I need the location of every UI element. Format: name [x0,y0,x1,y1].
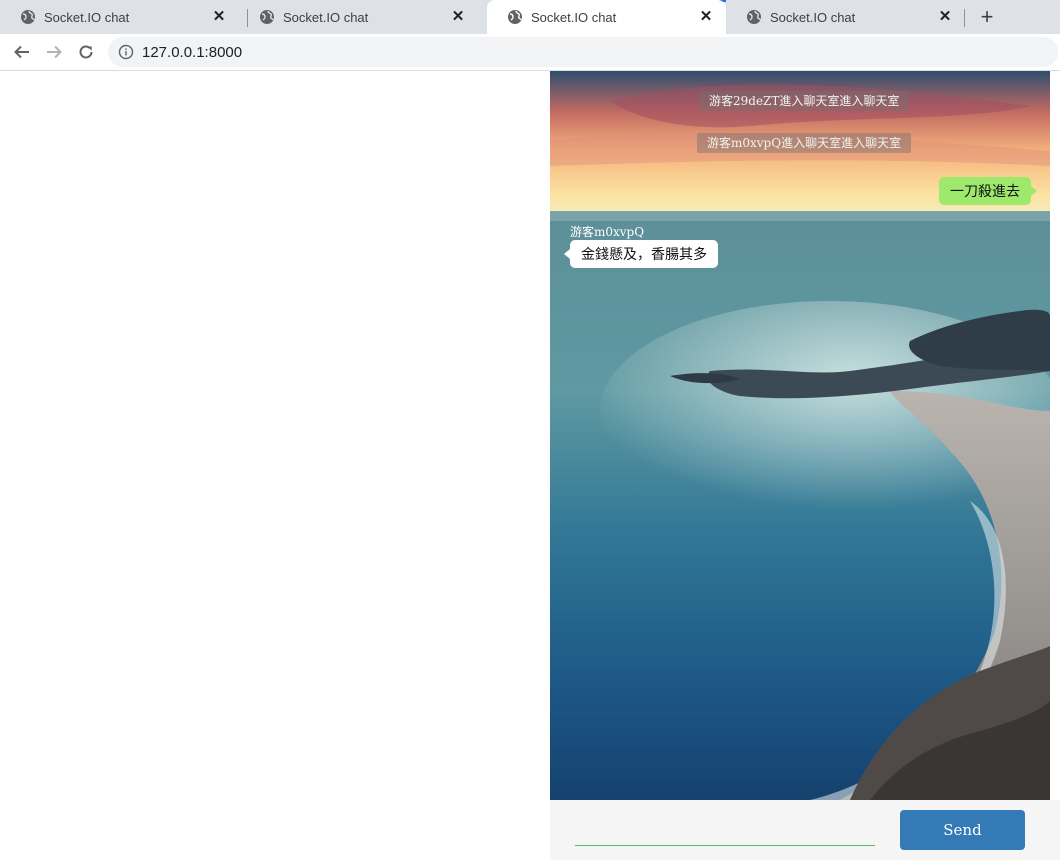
globe-icon [508,10,522,24]
close-tab-icon[interactable]: ✕ [450,9,466,25]
send-button[interactable]: Send [900,810,1025,850]
new-tab-button[interactable]: + [976,5,998,29]
url-text: 127.0.0.1:8000 [142,43,243,61]
tab-strip: Socket.IO chat ✕ Socket.IO chat ✕ Socket… [0,0,1060,34]
globe-icon [260,10,274,24]
close-tab-icon[interactable]: ✕ [698,9,714,25]
arrow-right-icon [47,45,62,59]
globe-icon [747,10,761,24]
browser-tab-1[interactable]: Socket.IO chat ✕ [0,0,239,34]
reload-icon [79,45,93,59]
forward-button[interactable] [40,38,68,66]
chat-panel: 游客29deZT進入聊天室進入聊天室 游客m0xvpQ進入聊天室進入聊天室 一刀… [550,71,1050,800]
their-message-bubble: 金錢懸及，香腸其多 [564,240,718,268]
tab-title: Socket.IO chat [770,9,856,25]
system-message: 游客29deZT進入聊天室進入聊天室 [699,91,910,111]
tab-title: Socket.IO chat [283,9,369,25]
browser-tab-2[interactable]: Socket.IO chat ✕ [239,0,478,34]
browser-tab-3-active[interactable]: Socket.IO chat ✕ [487,0,726,34]
browser-toolbar: 127.0.0.1:8000 [0,34,1060,71]
globe-icon [21,10,35,24]
message-sender-name: 游客m0xvpQ [570,225,645,239]
close-tab-icon[interactable]: ✕ [937,9,953,25]
arrow-left-icon [14,45,29,59]
message-composer: Send [550,800,1060,860]
tab-divider [964,9,965,27]
my-message-bubble: 一刀殺進去 [939,177,1037,205]
message-input[interactable] [575,822,875,846]
info-icon[interactable] [118,44,134,60]
tab-title: Socket.IO chat [44,9,130,25]
page-content: 游客29deZT進入聊天室進入聊天室 游客m0xvpQ進入聊天室進入聊天室 一刀… [0,71,1060,860]
browser-tab-4[interactable]: Socket.IO chat ✕ [726,0,965,34]
tab-title: Socket.IO chat [531,9,617,25]
system-message: 游客m0xvpQ進入聊天室進入聊天室 [697,133,912,153]
reload-button[interactable] [72,38,100,66]
close-tab-icon[interactable]: ✕ [211,9,227,25]
address-bar[interactable]: 127.0.0.1:8000 [108,37,1058,67]
back-button[interactable] [8,38,36,66]
